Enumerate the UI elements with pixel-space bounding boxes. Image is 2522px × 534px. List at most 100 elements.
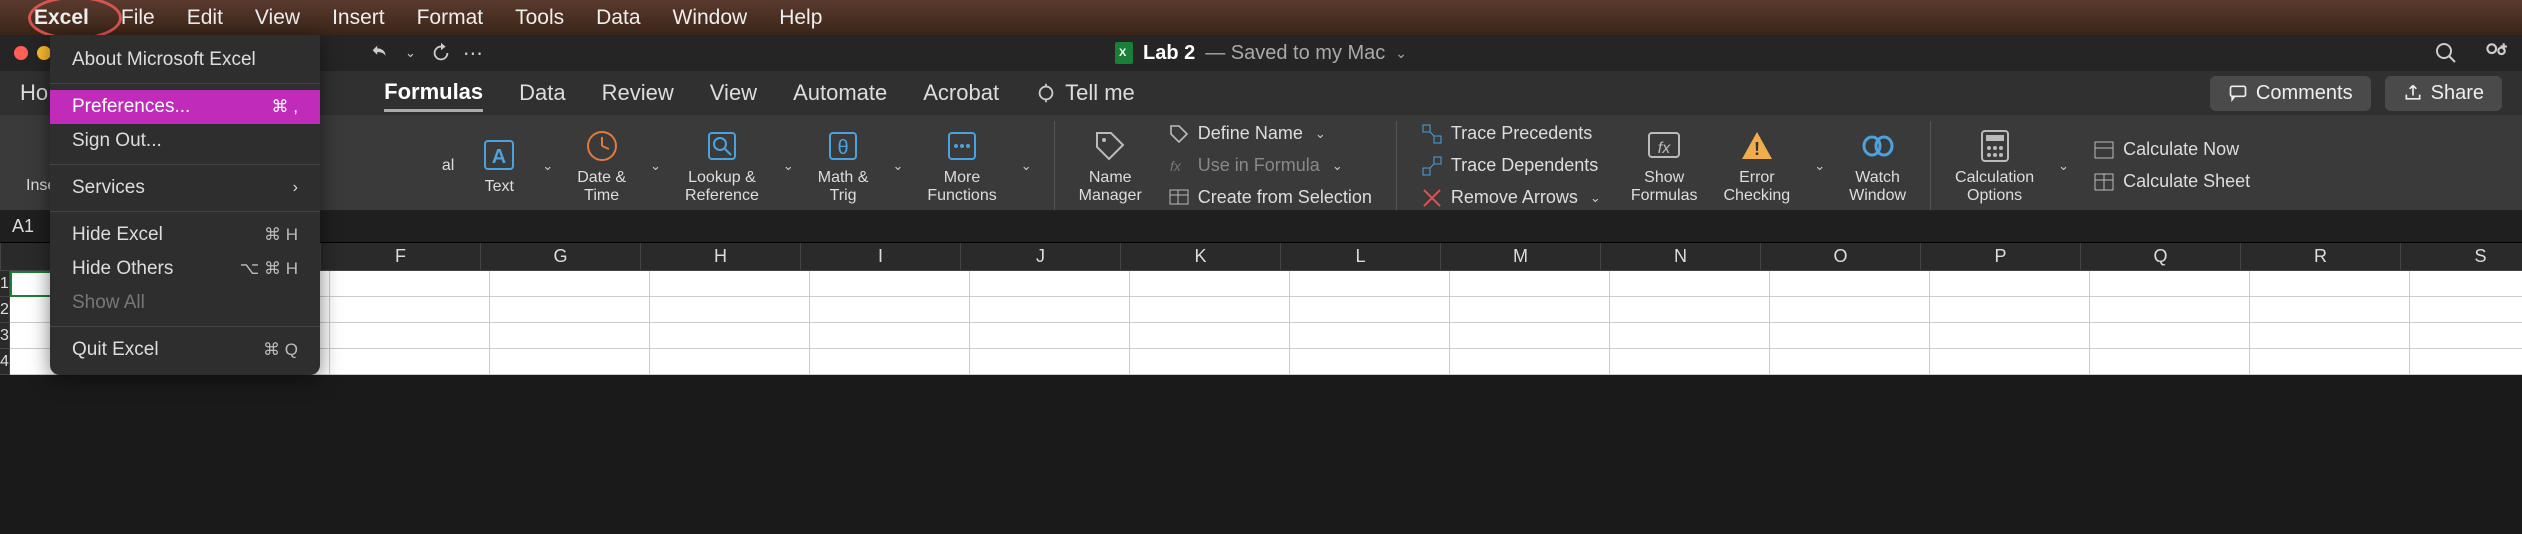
cell[interactable] (650, 271, 810, 297)
menu-help[interactable]: Help (763, 2, 838, 34)
cell[interactable] (1770, 349, 1930, 375)
coauthor-icon[interactable] (2482, 40, 2508, 66)
menu-quit[interactable]: Quit Excel ⌘ Q (50, 333, 320, 367)
tab-formulas[interactable]: Formulas (384, 75, 483, 112)
tell-me-search[interactable]: Tell me (1035, 76, 1135, 110)
column-header[interactable]: S (2401, 243, 2522, 271)
text-functions-button[interactable]: A Text (474, 124, 524, 208)
more-functions-button[interactable]: More Functions (921, 124, 1002, 208)
cell[interactable] (1130, 349, 1290, 375)
cell[interactable] (1610, 349, 1770, 375)
cell[interactable] (2250, 323, 2410, 349)
remove-arrows-button[interactable]: Remove Arrows ⌄ (1415, 185, 1611, 211)
comments-button[interactable]: Comments (2210, 76, 2371, 111)
menu-format[interactable]: Format (401, 2, 500, 34)
error-checking-button[interactable]: ! Error Checking (1718, 124, 1797, 208)
define-name-button[interactable]: Define Name ⌄ (1162, 121, 1378, 147)
caret[interactable]: ⌄ (646, 158, 665, 174)
column-header[interactable]: F (321, 243, 481, 271)
caret[interactable]: ⌄ (538, 158, 557, 174)
cell[interactable] (330, 297, 490, 323)
cell[interactable] (970, 297, 1130, 323)
cell[interactable] (2250, 297, 2410, 323)
formula-input[interactable] (144, 211, 2522, 242)
menu-view[interactable]: View (239, 2, 316, 34)
lookup-button[interactable]: Lookup & Reference (679, 124, 765, 208)
cell[interactable] (2410, 323, 2522, 349)
cell[interactable] (2410, 271, 2522, 297)
calculation-options-button[interactable]: Calculation Options (1949, 124, 2040, 208)
cell[interactable] (330, 271, 490, 297)
column-header[interactable]: Q (2081, 243, 2241, 271)
cell[interactable] (1610, 297, 1770, 323)
caret[interactable]: ⌄ (1810, 158, 1829, 174)
cell[interactable] (1130, 323, 1290, 349)
cell[interactable] (1610, 323, 1770, 349)
menu-preferences[interactable]: Preferences... ⌘ , (50, 90, 320, 124)
tab-automate[interactable]: Automate (793, 76, 887, 110)
name-manager-button[interactable]: Name Manager (1073, 124, 1148, 208)
tab-data[interactable]: Data (519, 76, 565, 110)
calculate-sheet-button[interactable]: Calculate Sheet (2087, 169, 2256, 195)
cell[interactable] (330, 323, 490, 349)
search-icon[interactable] (2434, 41, 2458, 65)
trace-dependents-button[interactable]: Trace Dependents (1415, 153, 1611, 179)
create-from-selection-button[interactable]: Create from Selection (1162, 185, 1378, 211)
cell[interactable] (1770, 271, 1930, 297)
minimize-window-button[interactable] (37, 46, 51, 60)
cell[interactable] (1290, 297, 1450, 323)
calculate-now-button[interactable]: Calculate Now (2087, 137, 2256, 163)
cell[interactable] (490, 297, 650, 323)
cell[interactable] (1290, 271, 1450, 297)
cell[interactable] (1450, 271, 1610, 297)
cell[interactable] (1290, 349, 1450, 375)
cell[interactable] (1450, 297, 1610, 323)
column-header[interactable]: M (1441, 243, 1601, 271)
column-header[interactable]: H (641, 243, 801, 271)
cell[interactable] (490, 271, 650, 297)
date-time-button[interactable]: Date & Time (571, 124, 632, 208)
undo-caret[interactable]: ⌄ (401, 45, 420, 61)
math-trig-button[interactable]: θ Math & Trig (812, 124, 875, 208)
menu-tools[interactable]: Tools (499, 2, 580, 34)
menu-about[interactable]: About Microsoft Excel (50, 43, 320, 77)
caret[interactable]: ⌄ (779, 158, 798, 174)
caret[interactable]: ⌄ (888, 158, 907, 174)
cell[interactable] (650, 297, 810, 323)
row-header[interactable]: 2 (0, 297, 10, 323)
show-formulas-button[interactable]: fx Show Formulas (1625, 124, 1704, 208)
column-header[interactable]: L (1281, 243, 1441, 271)
undo-button[interactable] (369, 42, 391, 64)
close-window-button[interactable] (14, 46, 28, 60)
caret[interactable]: ⌄ (1017, 158, 1036, 174)
cell[interactable] (1610, 271, 1770, 297)
cell[interactable] (2250, 271, 2410, 297)
menu-excel[interactable]: Excel (18, 2, 105, 34)
cell[interactable] (970, 349, 1130, 375)
column-header[interactable]: R (2241, 243, 2401, 271)
row-header[interactable]: 1 (0, 271, 10, 297)
cell[interactable] (490, 349, 650, 375)
cell[interactable] (2090, 271, 2250, 297)
column-header[interactable]: I (801, 243, 961, 271)
cell[interactable] (810, 297, 970, 323)
menu-file[interactable]: File (105, 2, 171, 34)
cell[interactable] (1130, 271, 1290, 297)
menu-data[interactable]: Data (580, 2, 656, 34)
cell[interactable] (2090, 323, 2250, 349)
document-title[interactable]: Lab 2 — Saved to my Mac ⌄ (1115, 42, 1407, 65)
menu-window[interactable]: Window (657, 2, 764, 34)
cell[interactable] (1450, 323, 1610, 349)
cell[interactable] (970, 271, 1130, 297)
cell[interactable] (1930, 323, 2090, 349)
tab-review[interactable]: Review (602, 76, 674, 110)
cell[interactable] (810, 349, 970, 375)
cell[interactable] (1930, 349, 2090, 375)
cell[interactable] (1450, 349, 1610, 375)
trace-precedents-button[interactable]: Trace Precedents (1415, 121, 1611, 147)
menu-services[interactable]: Services › (50, 171, 320, 205)
cell[interactable] (1770, 323, 1930, 349)
menu-hide-others[interactable]: Hide Others ⌥ ⌘ H (50, 252, 320, 286)
share-button[interactable]: Share (2385, 76, 2502, 111)
more-qat-icon[interactable]: ⋯ (462, 42, 484, 64)
